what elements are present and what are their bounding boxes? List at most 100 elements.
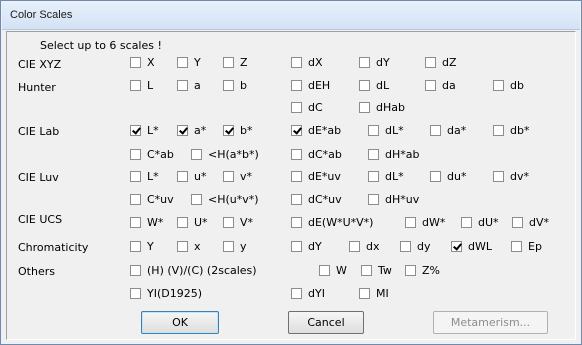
checkbox-others-z-percent[interactable]: Z% bbox=[405, 263, 440, 277]
checkbox-chroma-x-small[interactable]: x bbox=[177, 239, 201, 253]
checkbox-box[interactable] bbox=[177, 56, 188, 68]
checkbox-box[interactable] bbox=[291, 287, 302, 299]
checkbox-box[interactable] bbox=[291, 193, 302, 205]
checkbox-box[interactable] bbox=[130, 124, 141, 136]
checkbox-luv-l[interactable]: L* bbox=[130, 169, 159, 183]
checkbox-box[interactable] bbox=[430, 124, 441, 136]
checkbox-box[interactable] bbox=[130, 240, 141, 252]
checkbox-ucs-dw[interactable]: dW* bbox=[405, 215, 445, 229]
checkbox-xyz-dy[interactable]: dY bbox=[359, 55, 390, 69]
checkbox-lab-dl[interactable]: dL* bbox=[368, 123, 404, 137]
checkbox-box[interactable] bbox=[191, 148, 202, 160]
cancel-button[interactable]: Cancel bbox=[288, 311, 364, 334]
checkbox-chroma-dy-small[interactable]: dy bbox=[400, 239, 431, 253]
checkbox-box[interactable] bbox=[319, 264, 330, 276]
checkbox-box[interactable] bbox=[130, 216, 141, 228]
checkbox-box[interactable] bbox=[511, 240, 522, 252]
checkbox-luv-dhuv[interactable]: dH*uv bbox=[368, 192, 419, 206]
checkbox-hunter-a[interactable]: a bbox=[177, 78, 201, 92]
checkbox-luv-huv-angle[interactable]: <H(u*v*) bbox=[191, 192, 259, 206]
checkbox-box[interactable] bbox=[359, 79, 370, 91]
checkbox-box[interactable] bbox=[291, 240, 302, 252]
checkbox-box[interactable] bbox=[177, 240, 188, 252]
checkbox-box[interactable] bbox=[512, 216, 523, 228]
checkbox-box[interactable] bbox=[425, 56, 436, 68]
checkbox-box[interactable] bbox=[177, 124, 188, 136]
checkbox-lab-b[interactable]: b* bbox=[223, 123, 252, 137]
checkbox-box[interactable] bbox=[177, 216, 188, 228]
checkbox-box[interactable] bbox=[400, 240, 411, 252]
checkbox-box[interactable] bbox=[493, 170, 504, 182]
checkbox-box[interactable] bbox=[177, 79, 188, 91]
checkbox-others-mi[interactable]: MI bbox=[359, 286, 389, 300]
checkbox-box[interactable] bbox=[405, 264, 416, 276]
checkbox-box[interactable] bbox=[349, 240, 360, 252]
checkbox-box[interactable] bbox=[368, 124, 379, 136]
checkbox-box[interactable] bbox=[359, 56, 370, 68]
checkbox-lab-dhab[interactable]: dH*ab bbox=[368, 147, 419, 161]
checkbox-box[interactable] bbox=[130, 148, 141, 160]
checkbox-box[interactable] bbox=[130, 287, 141, 299]
checkbox-lab-da[interactable]: da* bbox=[430, 123, 466, 137]
checkbox-others-munsell[interactable]: (H) (V)/(C) (2scales) bbox=[130, 263, 257, 277]
checkbox-box[interactable] bbox=[130, 56, 141, 68]
checkbox-lab-cab[interactable]: C*ab bbox=[130, 147, 174, 161]
metamerism-button[interactable]: Metamerism... bbox=[433, 311, 548, 334]
checkbox-box[interactable] bbox=[291, 216, 302, 228]
checkbox-box[interactable] bbox=[223, 124, 234, 136]
checkbox-box[interactable] bbox=[223, 79, 234, 91]
checkbox-xyz-x[interactable]: X bbox=[130, 55, 155, 69]
checkbox-box[interactable] bbox=[130, 264, 141, 276]
checkbox-box[interactable] bbox=[359, 101, 370, 113]
checkbox-box[interactable] bbox=[291, 56, 302, 68]
checkbox-others-yi[interactable]: YI(D1925) bbox=[130, 286, 202, 300]
checkbox-box[interactable] bbox=[291, 170, 302, 182]
checkbox-luv-u[interactable]: u* bbox=[177, 169, 206, 183]
checkbox-box[interactable] bbox=[291, 148, 302, 160]
checkbox-lab-a[interactable]: a* bbox=[177, 123, 206, 137]
checkbox-box[interactable] bbox=[291, 124, 302, 136]
checkbox-box[interactable] bbox=[130, 79, 141, 91]
checkbox-chroma-y[interactable]: Y bbox=[130, 239, 154, 253]
checkbox-others-w[interactable]: W bbox=[319, 263, 347, 277]
checkbox-luv-dcuv[interactable]: dC*uv bbox=[291, 192, 342, 206]
checkbox-others-dyi[interactable]: dYI bbox=[291, 286, 325, 300]
checkbox-box[interactable] bbox=[177, 170, 188, 182]
checkbox-luv-dl[interactable]: dL* bbox=[368, 169, 404, 183]
checkbox-box[interactable] bbox=[130, 170, 141, 182]
checkbox-xyz-dz[interactable]: dZ bbox=[425, 55, 457, 69]
checkbox-hunter-dl[interactable]: dL bbox=[359, 78, 389, 92]
checkbox-luv-v[interactable]: v* bbox=[223, 169, 252, 183]
checkbox-box[interactable] bbox=[361, 264, 372, 276]
checkbox-lab-deab[interactable]: dE*ab bbox=[291, 123, 341, 137]
checkbox-hunter-dc[interactable]: dC bbox=[291, 100, 323, 114]
checkbox-hunter-b[interactable]: b bbox=[223, 78, 247, 92]
checkbox-box[interactable] bbox=[368, 170, 379, 182]
checkbox-lab-l[interactable]: L* bbox=[130, 123, 159, 137]
checkbox-chroma-dy[interactable]: dY bbox=[291, 239, 322, 253]
checkbox-box[interactable] bbox=[191, 193, 202, 205]
checkbox-others-tw[interactable]: Tw bbox=[361, 263, 392, 277]
checkbox-ucs-de[interactable]: dE(W*U*V*) bbox=[291, 215, 373, 229]
checkbox-box[interactable] bbox=[368, 193, 379, 205]
checkbox-lab-dcab[interactable]: dC*ab bbox=[291, 147, 342, 161]
checkbox-box[interactable] bbox=[368, 148, 379, 160]
checkbox-chroma-y-small[interactable]: y bbox=[223, 239, 247, 253]
checkbox-ucs-w[interactable]: W* bbox=[130, 215, 163, 229]
title-bar[interactable]: Color Scales bbox=[2, 2, 580, 30]
checkbox-box[interactable] bbox=[223, 240, 234, 252]
checkbox-luv-cuv[interactable]: C*uv bbox=[130, 192, 174, 206]
checkbox-hunter-l[interactable]: L bbox=[130, 78, 153, 92]
ok-button[interactable]: OK bbox=[141, 311, 219, 334]
checkbox-luv-du[interactable]: du* bbox=[430, 169, 466, 183]
checkbox-box[interactable] bbox=[493, 79, 504, 91]
checkbox-lab-hab-angle[interactable]: <H(a*b*) bbox=[191, 147, 259, 161]
checkbox-chroma-ep[interactable]: Ep bbox=[511, 239, 542, 253]
checkbox-xyz-dx[interactable]: dX bbox=[291, 55, 323, 69]
checkbox-box[interactable] bbox=[223, 56, 234, 68]
checkbox-hunter-dhab[interactable]: dHab bbox=[359, 100, 405, 114]
checkbox-box[interactable] bbox=[493, 124, 504, 136]
checkbox-box[interactable] bbox=[451, 240, 462, 252]
checkbox-box[interactable] bbox=[291, 101, 302, 113]
checkbox-box[interactable] bbox=[223, 216, 234, 228]
